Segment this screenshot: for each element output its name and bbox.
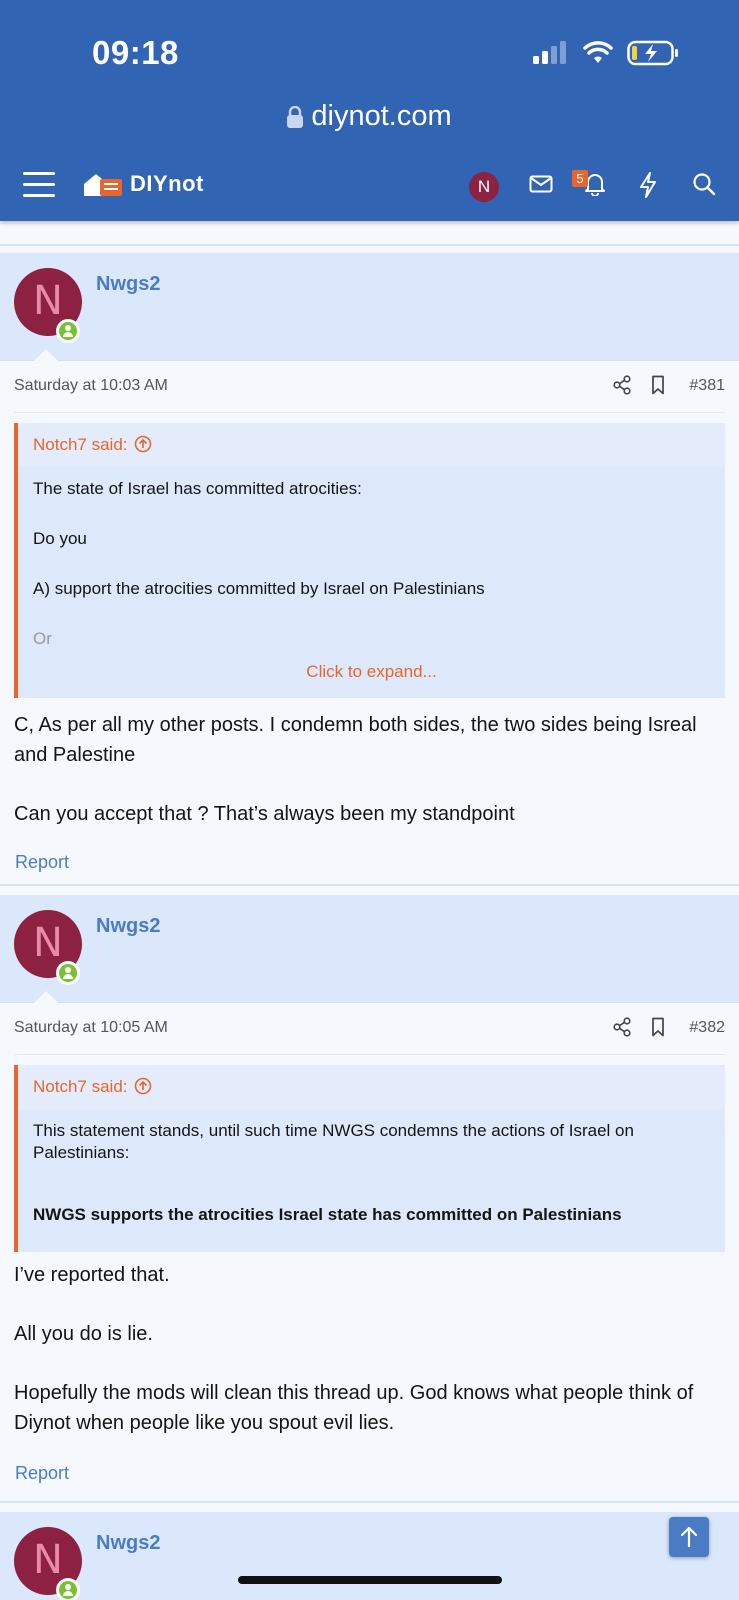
- post-body: Saturday at 10:03 AM #381 Notch7 said: T…: [0, 361, 739, 873]
- menu-icon[interactable]: [23, 172, 55, 198]
- post-meta: Saturday at 10:03 AM #381: [14, 361, 725, 413]
- quote-author[interactable]: Notch7 said:: [18, 423, 725, 467]
- post-381: N Nwgs2 Saturday at 10:03 AM #381 Notch7…: [0, 253, 739, 873]
- post-meta: Saturday at 10:05 AM #382: [14, 1003, 725, 1055]
- message-paragraph: C, As per all my other posts. I condemn …: [14, 714, 697, 766]
- post-number[interactable]: #381: [689, 377, 725, 395]
- online-status-icon: [56, 961, 80, 985]
- bookmark-icon[interactable]: [651, 375, 665, 395]
- quote-author[interactable]: Notch7 said:: [18, 1065, 725, 1109]
- quote-author-label: Notch7 said:: [33, 1077, 128, 1096]
- lightning-icon[interactable]: [638, 172, 658, 198]
- battery-charging-icon: [627, 40, 678, 66]
- jump-up-icon[interactable]: [134, 435, 152, 453]
- jump-up-icon[interactable]: [134, 1077, 152, 1095]
- quote-line: The state of Israel has committed atroci…: [33, 479, 362, 498]
- click-to-expand-link[interactable]: Click to expand...: [18, 658, 725, 692]
- status-time: 09:18: [92, 34, 179, 71]
- bookmark-icon[interactable]: [651, 1017, 665, 1037]
- post-header: N Nwgs2: [0, 253, 739, 361]
- online-status-icon: [56, 1578, 80, 1600]
- post-pointer: [34, 349, 58, 361]
- post-body: Saturday at 10:05 AM #382 Notch7 said: T…: [0, 1003, 739, 1484]
- divider: [0, 244, 739, 246]
- quote-line: A) support the atrocities committed by I…: [33, 579, 485, 599]
- post-pointer: [34, 991, 58, 1003]
- report-link[interactable]: Report: [0, 852, 739, 873]
- message-paragraph: I’ve reported that.: [14, 1264, 170, 1286]
- quote-line: Do you: [33, 529, 87, 549]
- lock-icon: [287, 106, 304, 129]
- username[interactable]: Nwgs2: [96, 273, 160, 296]
- post-separator: [0, 1501, 739, 1511]
- alerts-badge: 5: [572, 170, 588, 187]
- post-message: C, As per all my other posts. I condemn …: [0, 698, 739, 829]
- quote-author-label: Notch7 said:: [33, 435, 128, 454]
- home-indicator[interactable]: [238, 1576, 502, 1584]
- report-link[interactable]: Report: [0, 1463, 739, 1484]
- quote-block: Notch7 said: This statement stands, unti…: [14, 1065, 725, 1252]
- mail-icon[interactable]: [529, 174, 553, 194]
- site-logo[interactable]: DIYnot: [82, 170, 204, 198]
- post-header: N Nwgs2: [0, 1512, 739, 1600]
- quote-content: The state of Israel has committed atroci…: [18, 467, 725, 650]
- message-paragraph: Can you accept that ? That’s always been…: [14, 803, 515, 825]
- share-icon[interactable]: [613, 1017, 631, 1037]
- post-date[interactable]: Saturday at 10:05 AM: [14, 1019, 168, 1037]
- quote-block: Notch7 said: The state of Israel has com…: [14, 423, 725, 698]
- top-bar: 09:18 diynot.com DIYnot N 5: [0, 0, 739, 221]
- scroll-to-top-button[interactable]: [669, 1517, 709, 1557]
- message-paragraph: All you do is lie.: [14, 1323, 153, 1345]
- logo-house-icon: [84, 174, 122, 196]
- user-avatar[interactable]: N: [469, 172, 499, 202]
- post-header: N Nwgs2: [0, 895, 739, 1003]
- quote-line: Or: [33, 629, 52, 649]
- quote-line: This statement stands, until such time N…: [33, 1121, 634, 1163]
- post-number[interactable]: #382: [689, 1019, 725, 1037]
- address-bar[interactable]: diynot.com: [0, 100, 739, 133]
- arrow-up-icon: [680, 1526, 698, 1548]
- logo-text: DIYnot: [130, 171, 204, 196]
- message-paragraph: Hopefully the mods will clean this threa…: [14, 1382, 694, 1434]
- online-status-icon: [56, 319, 80, 343]
- quote-content: This statement stands, until such time N…: [18, 1109, 725, 1226]
- cellular-signal-icon: [533, 41, 566, 64]
- username[interactable]: Nwgs2: [96, 1532, 160, 1555]
- post-383: N Nwgs2: [0, 1512, 739, 1600]
- share-icon[interactable]: [613, 375, 631, 395]
- post-date[interactable]: Saturday at 10:03 AM: [14, 377, 168, 395]
- site-nav: DIYnot N 5: [0, 162, 739, 212]
- post-separator: [0, 884, 739, 894]
- quote-line-bold: NWGS supports the atrocities Israel stat…: [33, 1205, 622, 1225]
- post-message: I’ve reported that. All you do is lie. H…: [0, 1252, 739, 1438]
- username[interactable]: Nwgs2: [96, 915, 160, 938]
- wifi-icon: [583, 41, 613, 63]
- status-icons: [533, 40, 679, 66]
- url-text: diynot.com: [311, 100, 452, 132]
- search-icon[interactable]: [692, 172, 716, 196]
- post-382: N Nwgs2 Saturday at 10:05 AM #382 Notch7…: [0, 895, 739, 1484]
